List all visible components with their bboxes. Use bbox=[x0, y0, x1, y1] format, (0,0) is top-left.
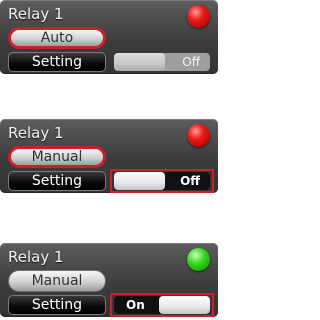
relay-panel-3: Relay 1 Manual Setting On bbox=[0, 243, 218, 317]
mode-button[interactable]: Auto bbox=[8, 27, 106, 49]
setting-button[interactable]: Setting bbox=[8, 52, 106, 72]
relay-toggle-switch[interactable]: Off bbox=[114, 172, 210, 190]
relay-panel-1: Relay 1 Auto Setting Off bbox=[0, 0, 218, 74]
setting-button[interactable]: Setting bbox=[8, 171, 106, 191]
toggle-state-label: On bbox=[126, 298, 145, 312]
toggle-knob[interactable] bbox=[159, 296, 210, 314]
setting-button[interactable]: Setting bbox=[8, 295, 106, 315]
relay-title: Relay 1 bbox=[8, 248, 64, 266]
status-led-icon bbox=[187, 5, 210, 28]
mode-button[interactable]: Manual bbox=[8, 270, 106, 292]
toggle-knob[interactable] bbox=[114, 53, 165, 71]
relay-toggle-switch[interactable]: Off bbox=[114, 53, 210, 71]
relay-panel-2: Relay 1 Manual Setting Off bbox=[0, 119, 218, 193]
toggle-knob[interactable] bbox=[114, 172, 165, 190]
relay-title: Relay 1 bbox=[8, 124, 64, 142]
relay-toggle-switch[interactable]: On bbox=[114, 296, 210, 314]
mode-button[interactable]: Manual bbox=[8, 146, 106, 168]
relay-title: Relay 1 bbox=[8, 5, 64, 23]
status-led-icon bbox=[187, 248, 210, 271]
toggle-highlight-frame: Off bbox=[110, 50, 214, 74]
toggle-highlight-frame: On bbox=[110, 293, 214, 317]
status-led-icon bbox=[187, 124, 210, 147]
toggle-state-label: Off bbox=[182, 55, 200, 69]
toggle-highlight-frame: Off bbox=[110, 169, 214, 193]
toggle-state-label: Off bbox=[180, 174, 200, 188]
